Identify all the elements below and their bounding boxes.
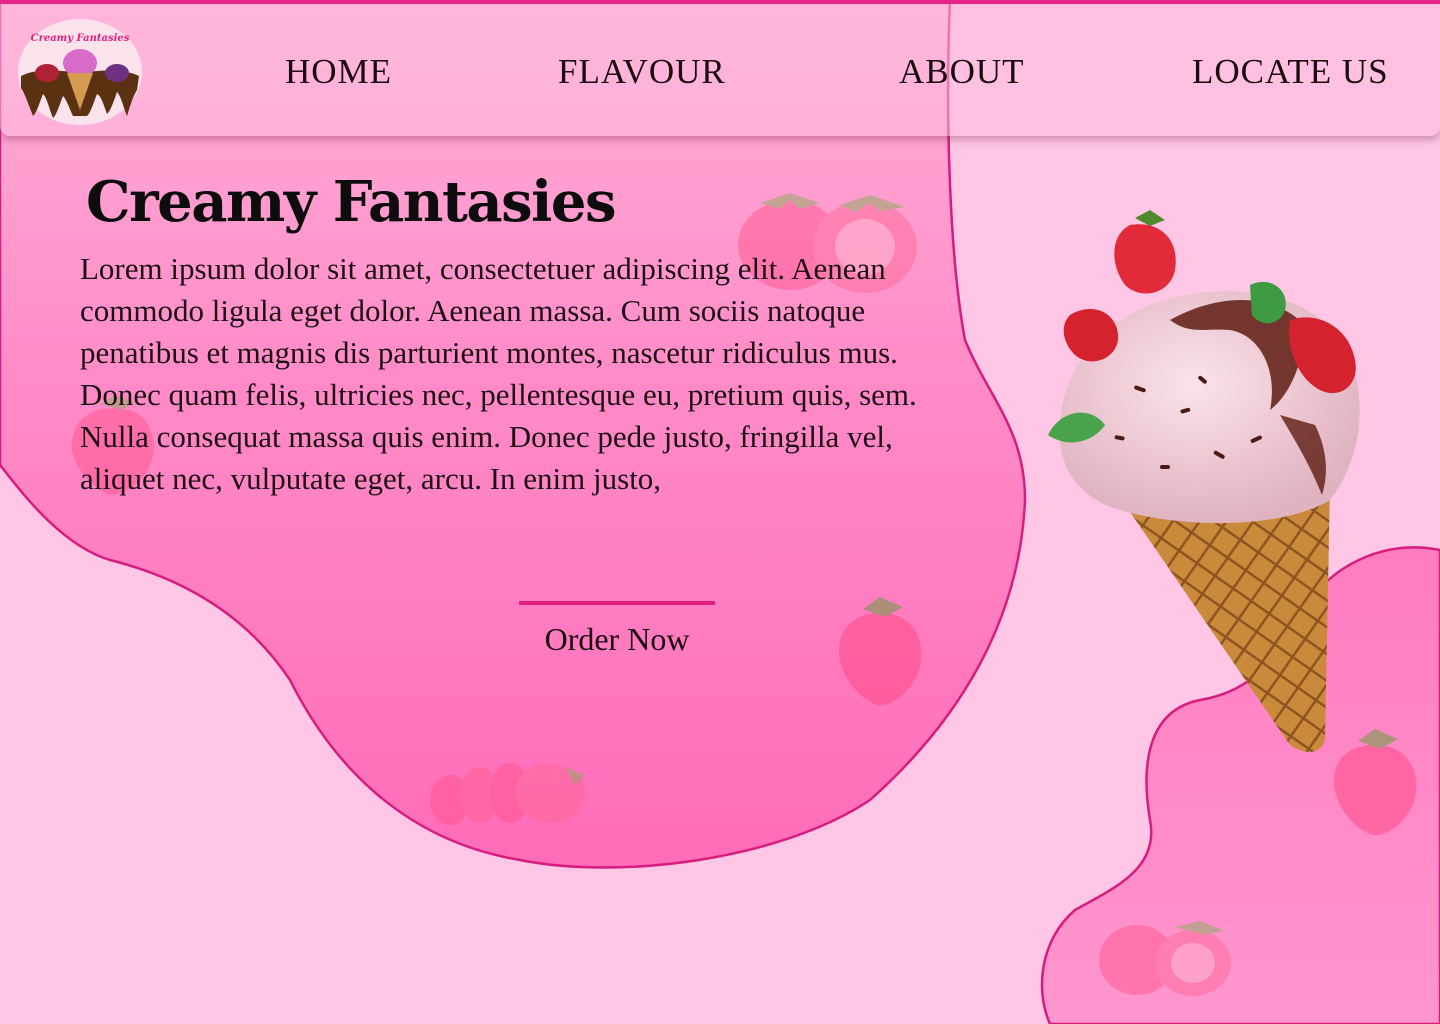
order-button-underline [519,601,715,605]
order-now-button[interactable]: Order Now [519,617,715,661]
nav-flavour[interactable]: FLAVOUR [558,51,726,93]
strawberry-icon [430,763,585,825]
top-navigation-bar: Creamy Fantasies HOME FLAVOUR ABOUT LOCA… [0,0,1440,136]
strawberry-icon [838,597,922,706]
strawberry-icon [1099,921,1231,996]
brand-logo[interactable]: Creamy Fantasies [17,18,143,126]
nav-about[interactable]: ABOUT [899,51,1025,93]
ice-cream-logo-icon: Creamy Fantasies [18,19,142,125]
ice-cream-cone-icon [1048,210,1360,752]
nav-locate-us[interactable]: LOCATE US [1192,51,1389,93]
hero-title: Creamy Fantasies [86,169,617,235]
hero-description: Lorem ipsum dolor sit amet, consectetuer… [80,251,917,496]
logo-text: Creamy Fantasies [31,33,130,44]
nav-home[interactable]: HOME [285,51,392,93]
